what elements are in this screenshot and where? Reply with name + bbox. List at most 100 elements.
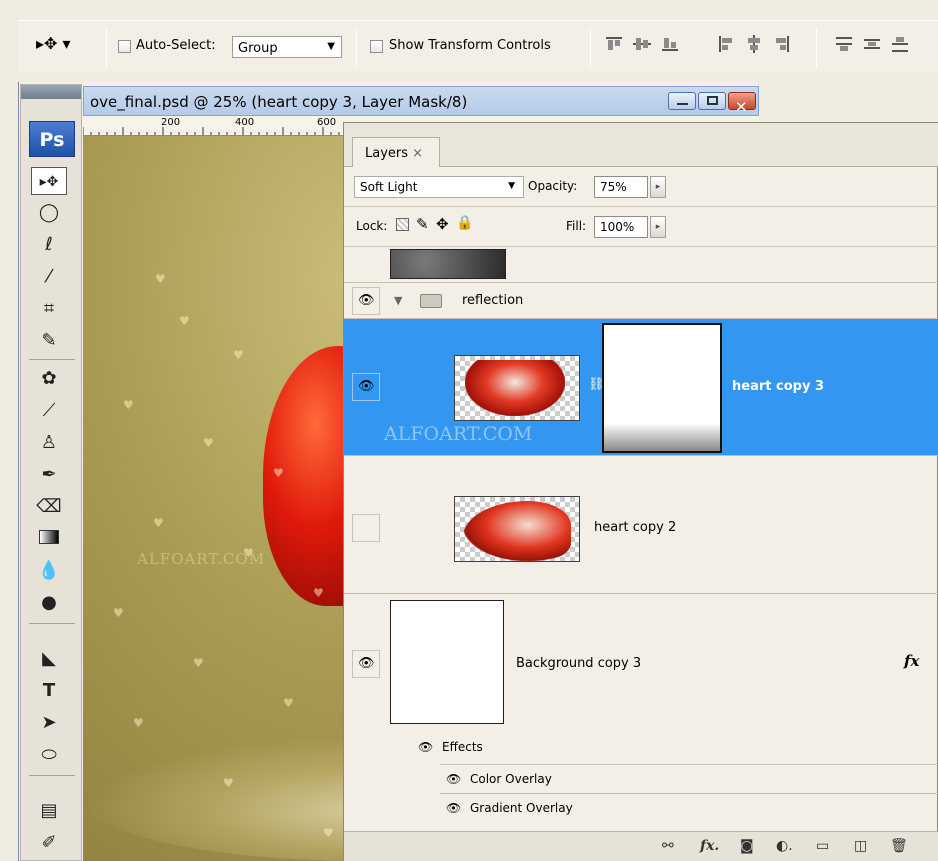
align-bottom-icon[interactable]: [660, 34, 680, 54]
tool-separator: [29, 623, 75, 624]
visibility-toggle[interactable]: 👁: [352, 650, 380, 678]
close-icon: ✕: [735, 98, 748, 116]
tool-separator: [29, 359, 75, 360]
separator: [356, 28, 357, 68]
trash-icon[interactable]: 🗑: [890, 838, 908, 854]
layers-bottom-bar: ⚯ fx. ◙ ◐. ▭ ◫ 🗑: [344, 831, 938, 861]
separator: [106, 28, 107, 68]
document-title-bar[interactable]: ove_final.psd @ 25% (heart copy 3, Layer…: [83, 86, 759, 116]
layer-row[interactable]: heart copy 2: [344, 456, 938, 594]
layer-row[interactable]: 👁 Background copy 3 fx: [344, 594, 938, 732]
separator: [816, 28, 817, 68]
tool-separator: [29, 775, 75, 776]
document-title: ove_final.psd @ 25% (heart copy 3, Layer…: [90, 93, 468, 111]
history-brush-tool-icon[interactable]: ✒: [31, 461, 67, 489]
clone-stamp-tool-icon[interactable]: ♙: [31, 429, 67, 457]
lock-transparency-icon[interactable]: [396, 218, 409, 231]
distribute-vcenter-icon[interactable]: [862, 34, 882, 54]
blend-mode-dropdown[interactable]: Soft Light ▼: [354, 176, 524, 198]
move-tool-icon[interactable]: ▸✥: [31, 167, 67, 195]
type-tool-icon[interactable]: T: [31, 677, 67, 705]
eyedropper-small-icon[interactable]: ✐: [31, 829, 67, 857]
tab-layers[interactable]: Layers ×: [352, 137, 440, 167]
path-selection-tool-icon[interactable]: ➤: [31, 709, 67, 737]
lasso-tool-icon[interactable]: ℓ: [31, 231, 67, 259]
adjustment-layer-icon[interactable]: ◐.: [776, 838, 793, 854]
maximize-button[interactable]: [698, 92, 726, 110]
eye-icon[interactable]: 👁: [418, 740, 433, 754]
lock-position-icon[interactable]: ✥: [436, 215, 449, 233]
new-group-icon[interactable]: ▭: [816, 838, 829, 854]
distribute-bottom-icon[interactable]: [890, 34, 910, 54]
heart-bokeh: ♥: [223, 776, 234, 790]
auto-select-label: Auto-Select:: [136, 38, 216, 53]
heart-bokeh: ♥: [233, 348, 244, 362]
eraser-tool-icon[interactable]: ⌫: [31, 493, 67, 521]
layer-group-row[interactable]: 👁 ▼ reflection: [344, 283, 938, 319]
fill-input[interactable]: 100%: [594, 216, 648, 238]
effect-row[interactable]: 👁 Gradient Overlay: [440, 794, 938, 824]
effect-name: Gradient Overlay: [470, 801, 573, 815]
heart-bokeh: ♥: [113, 606, 124, 620]
effect-row[interactable]: 👁 Color Overlay: [440, 764, 938, 794]
eyedropper-tool-icon[interactable]: ✎: [31, 327, 67, 355]
layer-thumbnail: [390, 249, 506, 279]
effects-row[interactable]: 👁 Effects: [344, 732, 938, 764]
lock-all-icon[interactable]: 🔒: [456, 215, 473, 231]
visibility-toggle[interactable]: [352, 514, 380, 542]
effect-name: Color Overlay: [470, 772, 552, 786]
tab-close-icon[interactable]: ×: [412, 146, 423, 161]
layer-row-partial[interactable]: [344, 247, 938, 283]
lock-row: Lock: ✎ ✥ 🔒 Fill: 100% ▸: [344, 207, 938, 247]
crop-tool-icon[interactable]: ⌗: [31, 295, 67, 323]
add-mask-icon[interactable]: ◙: [740, 838, 754, 854]
align-hcenter-icon[interactable]: [744, 34, 764, 54]
blur-tool-icon[interactable]: 💧: [31, 557, 67, 585]
magic-wand-tool-icon[interactable]: ⁄: [31, 263, 67, 291]
add-style-icon[interactable]: fx.: [700, 838, 719, 854]
auto-select-value: Group: [238, 41, 278, 56]
eye-icon: 👁: [358, 293, 375, 308]
show-transform-checkbox[interactable]: [370, 40, 383, 53]
disclosure-triangle-icon[interactable]: ▼: [394, 294, 402, 307]
eye-icon[interactable]: 👁: [446, 801, 461, 815]
move-tool-icon[interactable]: ▸✥ ▾: [36, 34, 71, 53]
heart-bokeh: ♥: [153, 516, 164, 530]
fill-slider-button[interactable]: ▸: [650, 216, 666, 238]
opacity-slider-button[interactable]: ▸: [650, 176, 666, 198]
dodge-tool-icon[interactable]: ●: [31, 589, 67, 617]
visibility-toggle[interactable]: 👁: [352, 287, 380, 315]
distribute-top-icon[interactable]: [834, 34, 854, 54]
visibility-toggle[interactable]: 👁: [352, 373, 380, 401]
align-left-icon[interactable]: [716, 34, 736, 54]
heart-bokeh: ♥: [273, 466, 284, 480]
link-layers-icon[interactable]: ⚯: [662, 838, 674, 854]
new-layer-icon[interactable]: ◫: [854, 838, 867, 854]
gradient-tool-icon[interactable]: [31, 525, 67, 553]
shape-tool-icon[interactable]: ⬭: [31, 741, 67, 769]
panel-watermark: ALFOART.COM: [384, 423, 533, 445]
lock-pixels-icon[interactable]: ✎: [416, 215, 429, 233]
auto-select-checkbox[interactable]: [118, 40, 131, 53]
brush-tool-icon[interactable]: ⟋: [31, 397, 67, 425]
notes-tool-icon[interactable]: ▤: [31, 797, 67, 825]
align-vcenter-icon[interactable]: [632, 34, 652, 54]
heart-bokeh: ♥: [155, 272, 166, 286]
pen-tool-icon[interactable]: ◣: [31, 645, 67, 673]
toolbox-grip[interactable]: [21, 85, 81, 99]
heart-thumbnail-image: [465, 360, 565, 416]
align-top-icon[interactable]: [604, 34, 624, 54]
marquee-tool-icon[interactable]: ◯: [31, 199, 67, 227]
layer-mask-thumbnail[interactable]: [602, 323, 722, 453]
healing-brush-tool-icon[interactable]: ✿: [31, 365, 67, 393]
auto-select-dropdown[interactable]: Group ▼: [232, 36, 342, 58]
minimize-button[interactable]: [668, 92, 696, 110]
eye-icon[interactable]: 👁: [446, 772, 461, 786]
fx-badge[interactable]: fx: [904, 652, 919, 670]
align-right-icon[interactable]: [772, 34, 792, 54]
eye-icon: 👁: [358, 379, 375, 394]
opacity-input[interactable]: 75%: [594, 176, 648, 198]
close-button[interactable]: ✕: [728, 92, 756, 115]
canvas-watermark: ALFOART.COM: [137, 550, 266, 568]
layer-row-selected[interactable]: 👁 ⛓ heart copy 3 ALFOART.COM: [344, 319, 938, 456]
